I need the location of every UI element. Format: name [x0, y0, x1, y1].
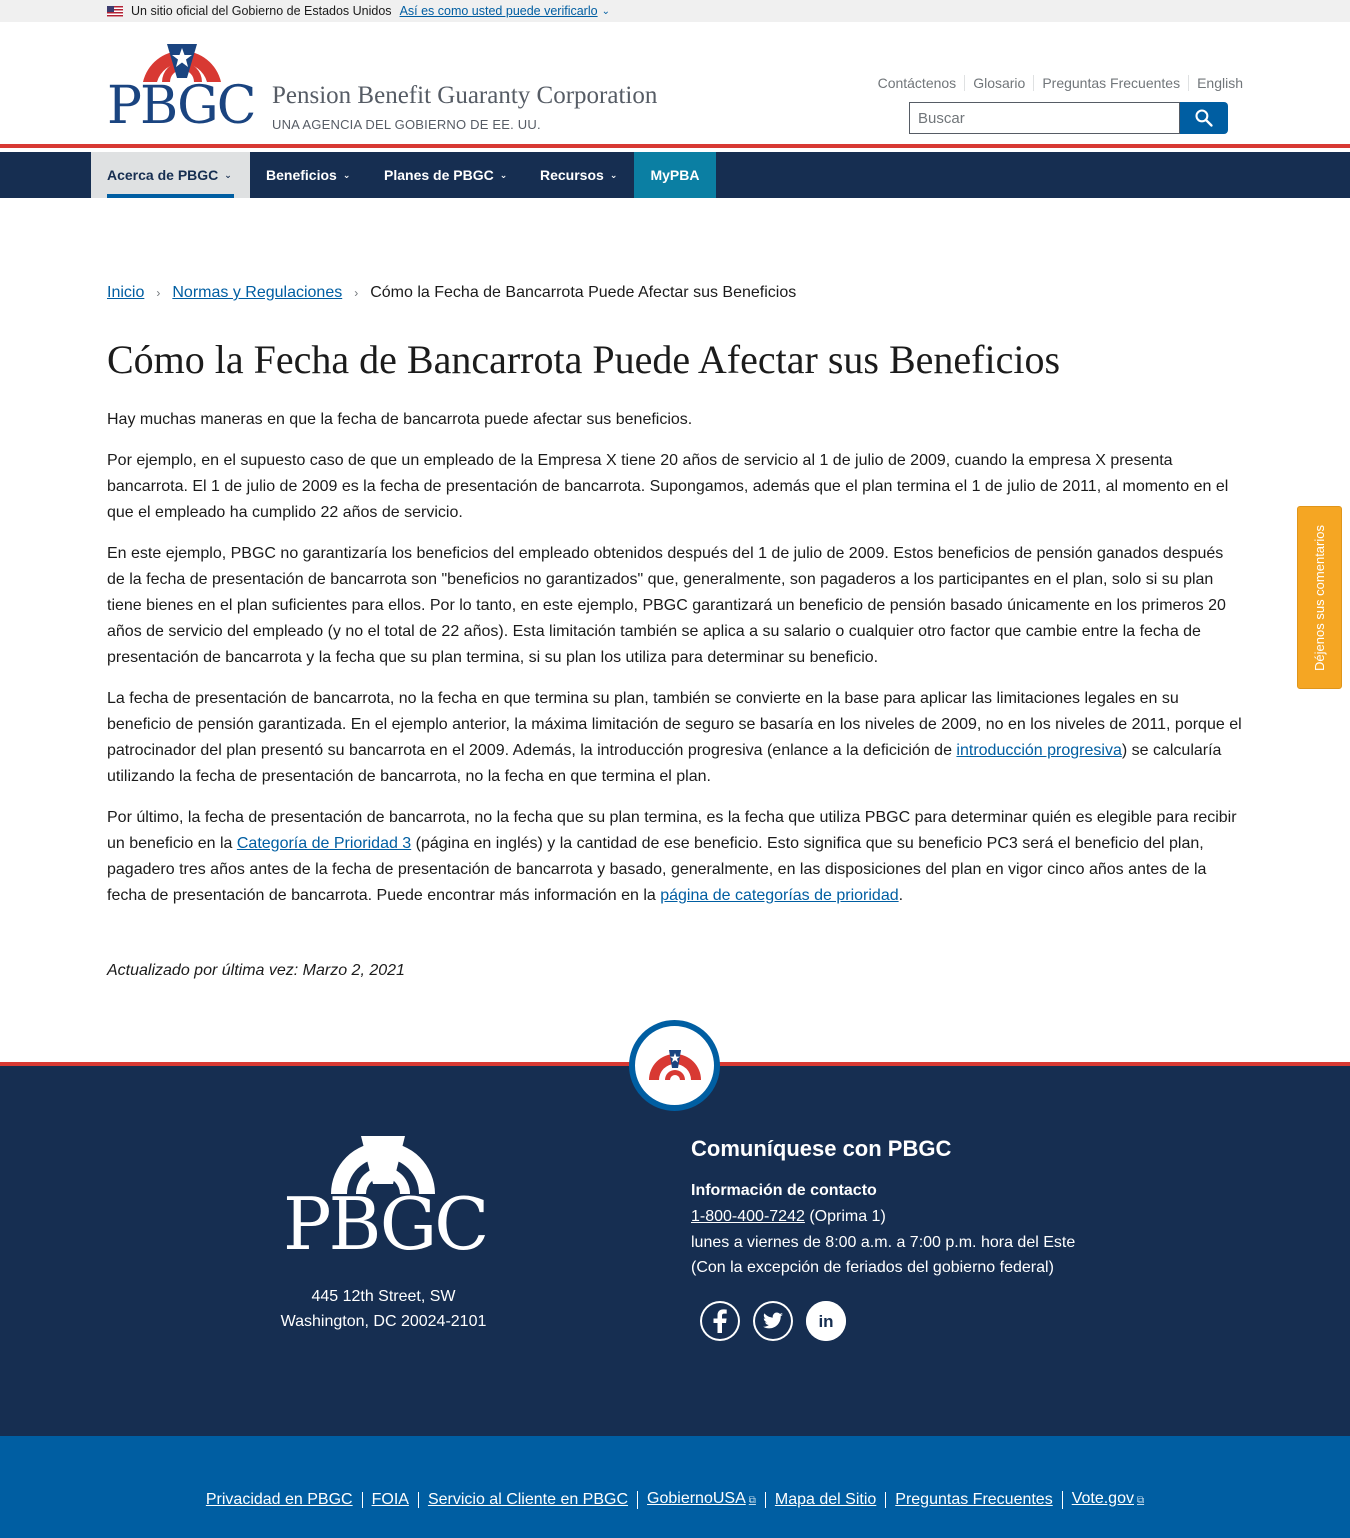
footer-link-usagov-label: GobiernoUSA — [647, 1490, 746, 1507]
social-links: in — [700, 1301, 846, 1341]
chevron-down-icon: ⌄ — [342, 169, 351, 180]
search-input[interactable] — [909, 102, 1180, 134]
paragraph: Por ejemplo, en el supuesto caso de que … — [107, 452, 1229, 521]
util-link-faq[interactable]: Preguntas Frecuentes — [1033, 75, 1188, 91]
agency-subtitle: UNA AGENCIA DEL GOBIERNO DE EE. UU. — [272, 117, 541, 132]
agency-name[interactable]: Pension Benefit Guaranty Corporation — [272, 82, 657, 110]
chevron-down-icon: ⌄ — [224, 169, 232, 180]
paragraph: En este ejemplo, PBGC no garantizaría lo… — [107, 545, 1226, 666]
footer-link-vote-label: Vote.gov — [1071, 1490, 1134, 1507]
breadcrumb-home[interactable]: Inicio — [107, 284, 144, 302]
footer-link-usagov[interactable]: GobiernoUSA ⧉ — [637, 1491, 765, 1509]
nav-about[interactable]: Acerca de PBGC ⌄ — [91, 152, 250, 198]
phone-link[interactable]: 1-800-400-7242 — [691, 1208, 805, 1225]
footer-link-faq[interactable]: Preguntas Frecuentes — [885, 1492, 1061, 1508]
nav-plans-label: Planes de PBGC — [384, 167, 494, 183]
utility-links: Contáctenos Glosario Preguntas Frecuente… — [870, 75, 1243, 91]
phone-note: (Oprima 1) — [804, 1208, 886, 1225]
chevron-down-icon: ⌄ — [609, 169, 618, 180]
contact-phone-line: 1-800-400-7242 (Oprima 1) — [691, 1204, 1075, 1230]
verify-link[interactable]: Así es como usted puede verificarlo — [400, 4, 598, 18]
chevron-down-icon[interactable]: ⌄ — [602, 6, 610, 17]
main-nav: Acerca de PBGC ⌄ Beneficios ⌄ Planes de PB… — [0, 152, 1350, 198]
footer-address: 445 12th Street, SW Washington, DC 20024… — [278, 1284, 489, 1334]
priority-categories-page-link[interactable]: página de categorías de prioridad — [660, 887, 898, 904]
facebook-icon[interactable] — [700, 1301, 740, 1341]
util-link-glossary[interactable]: Glosario — [964, 75, 1033, 91]
nav-mypba-label: MyPBA — [650, 167, 700, 183]
feedback-tab-label: Déjenos sus comentarios — [1312, 524, 1327, 671]
nav-about-label: Acerca de PBGC — [107, 167, 219, 183]
feedback-tab[interactable]: Déjenos sus comentarios — [1297, 506, 1342, 689]
contact-hours: lunes a viernes de 8:00 a.m. a 7:00 p.m.… — [691, 1233, 1076, 1251]
chevron-down-icon: ⌄ — [499, 169, 508, 180]
footer-bottom-links: Privacidad en PBGC FOIA Servicio al Clie… — [0, 1436, 1350, 1538]
nav-resources[interactable]: Recursos ⌄ — [540, 152, 617, 198]
article-body: Hay muchas maneras en que la fecha de ba… — [107, 407, 1243, 924]
footer-contact: Comuníquese con PBGC Información de cont… — [691, 1136, 1075, 1281]
pbgc-emblem-icon — [648, 1049, 701, 1080]
site-footer — [0, 1062, 1350, 1436]
breadcrumb-regulations[interactable]: Normas y Regulaciones — [172, 284, 342, 302]
active-underline — [107, 194, 234, 198]
page-title: Cómo la Fecha de Bancarrota Puede Afecta… — [107, 337, 1061, 382]
footer-link-customer-service[interactable]: Servicio al Cliente en PBGC — [417, 1492, 637, 1508]
footer-badge-icon — [629, 1020, 720, 1111]
contact-holidays: (Con la excepción de feriados del gobier… — [691, 1259, 1054, 1276]
last-updated: Actualizado por última vez: Marzo 2, 202… — [107, 962, 405, 979]
logo-wordmark[interactable]: PBGC — [107, 76, 256, 136]
phase-in-link[interactable]: introducción progresiva — [956, 742, 1121, 759]
gov-banner: Un sitio oficial del Gobierno de Estados… — [0, 0, 1350, 22]
nav-mypba[interactable]: MyPBA — [634, 152, 716, 198]
footer-link-sitemap[interactable]: Mapa del Sitio — [764, 1492, 885, 1508]
footer-link-foia[interactable]: FOIA — [361, 1492, 418, 1508]
official-site-text: Un sitio oficial del Gobierno de Estados… — [131, 4, 392, 18]
site-header: PBGC Pension Benefit Guaranty Corporatio… — [0, 22, 1350, 148]
breadcrumb: Inicio › Normas y Regulaciones › Cómo la… — [107, 284, 796, 302]
paragraph: Por último, la fecha de presentación de … — [107, 805, 1243, 909]
footer-logo-wordmark: PBGC — [283, 1182, 489, 1266]
priority-category-3-link[interactable]: Categoría de Prioridad 3 — [237, 835, 411, 852]
nav-plans[interactable]: Planes de PBGC ⌄ — [384, 152, 507, 198]
nav-resources-label: Recursos — [540, 167, 604, 183]
contact-heading: Comuníquese con PBGC — [691, 1136, 952, 1161]
chevron-right-icon: › — [156, 286, 161, 300]
footer-link-vote[interactable]: Vote.gov ⧉ — [1061, 1490, 1153, 1509]
external-link-icon: ⧉ — [748, 1495, 756, 1506]
external-link-icon: ⧉ — [1136, 1495, 1145, 1506]
paragraph: La fecha de presentación de bancarrota, … — [107, 686, 1243, 790]
svg-text:in: in — [818, 1312, 833, 1331]
contact-label: Información de contacto — [691, 1182, 877, 1199]
search-form — [909, 102, 1228, 134]
nav-benefits-label: Beneficios — [266, 167, 337, 183]
chevron-right-icon: › — [354, 286, 359, 300]
nav-benefits[interactable]: Beneficios ⌄ — [266, 152, 350, 198]
paragraph-text: . — [898, 887, 904, 904]
linkedin-icon[interactable]: in — [806, 1301, 846, 1341]
address-line: 445 12th Street, SW — [311, 1288, 456, 1305]
util-link-contact[interactable]: Contáctenos — [870, 75, 965, 91]
footer-link-privacy[interactable]: Privacidad en PBGC — [197, 1492, 362, 1508]
us-flag-icon — [107, 5, 123, 17]
paragraph: Hay muchas maneras en que la fecha de ba… — [107, 411, 693, 428]
address-line: Washington, DC 20024-2101 — [280, 1313, 487, 1330]
util-link-english[interactable]: English — [1188, 75, 1243, 91]
twitter-icon[interactable] — [753, 1301, 793, 1341]
search-icon — [1195, 109, 1213, 127]
breadcrumb-current: Cómo la Fecha de Bancarrota Puede Afecta… — [370, 284, 797, 301]
search-button[interactable] — [1180, 102, 1228, 134]
